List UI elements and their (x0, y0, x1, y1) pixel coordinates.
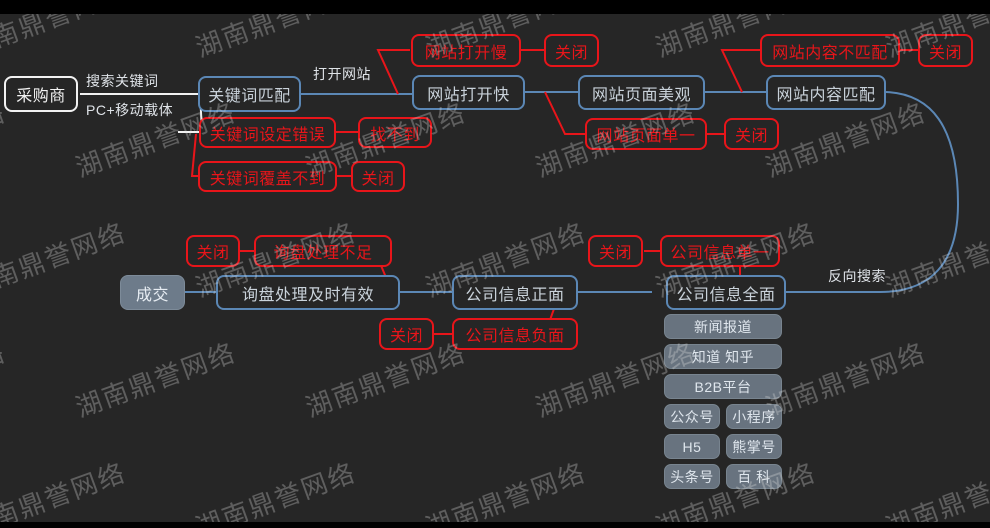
channel-chip[interactable]: 熊掌号 (726, 434, 782, 459)
node-inquiry-poor-close[interactable]: 关闭 (186, 235, 240, 267)
node-keyword-notfound[interactable]: 找不到 (358, 117, 432, 148)
node-info-single[interactable]: 公司信息单一 (660, 235, 780, 267)
node-info-negative[interactable]: 公司信息负面 (452, 318, 578, 350)
node-content-mismatch[interactable]: 网站内容不匹配 (760, 34, 900, 67)
node-buyer[interactable]: 采购商 (4, 76, 78, 112)
node-content-match[interactable]: 网站内容匹配 (766, 75, 886, 110)
node-keyword-wrong[interactable]: 关键词设定错误 (199, 117, 336, 148)
node-site-slow[interactable]: 网站打开慢 (411, 34, 521, 67)
channel-chip[interactable]: 百 科 (726, 464, 782, 489)
node-info-single-close[interactable]: 关闭 (588, 235, 643, 267)
node-info-positive[interactable]: 公司信息正面 (452, 275, 578, 310)
edge-label-reverse-search: 反向搜索 (828, 268, 886, 284)
edge-label-pc-mobile: PC+移动载体 (86, 102, 174, 118)
node-inquiry-poor[interactable]: 询盘处理不足 (254, 235, 392, 267)
node-info-negative-close[interactable]: 关闭 (379, 318, 434, 350)
node-site-fast[interactable]: 网站打开快 (412, 75, 525, 110)
letterbox-top (0, 0, 990, 14)
node-keyword-match[interactable]: 关键词匹配 (198, 76, 301, 112)
edge-label-search-keyword: 搜索关键词 (86, 73, 159, 89)
node-deal[interactable]: 成交 (120, 275, 185, 310)
channel-chip[interactable]: 知道 知乎 (664, 344, 782, 369)
channel-chip[interactable]: 小程序 (726, 404, 782, 429)
diagram-canvas: 采购商 关键词匹配 关键词设定错误 找不到 关键词覆盖不到 关闭 网站打开慢 关… (0, 0, 990, 528)
node-inquiry-good[interactable]: 询盘处理及时有效 (216, 275, 400, 310)
node-content-mismatch-close[interactable]: 关闭 (918, 34, 973, 67)
channel-chip[interactable]: 头条号 (664, 464, 720, 489)
letterbox-bottom (0, 522, 990, 528)
node-page-single-close[interactable]: 关闭 (724, 118, 779, 150)
channel-chip[interactable]: 新闻报道 (664, 314, 782, 339)
node-page-pretty[interactable]: 网站页面美观 (578, 75, 705, 110)
channel-chip[interactable]: 公众号 (664, 404, 720, 429)
mindmap-board: 采购商 关键词匹配 关键词设定错误 找不到 关键词覆盖不到 关闭 网站打开慢 关… (0, 14, 990, 522)
channel-chip[interactable]: B2B平台 (664, 374, 782, 399)
edge-label-open-site: 打开网站 (313, 66, 371, 82)
channel-chip[interactable]: H5 (664, 434, 720, 459)
node-keyword-nocover-close[interactable]: 关闭 (351, 161, 405, 192)
node-keyword-nocover[interactable]: 关键词覆盖不到 (198, 161, 337, 192)
node-site-slow-close[interactable]: 关闭 (544, 34, 599, 67)
node-info-full[interactable]: 公司信息全面 (666, 275, 786, 310)
node-page-single[interactable]: 网站页面单一 (585, 118, 707, 150)
